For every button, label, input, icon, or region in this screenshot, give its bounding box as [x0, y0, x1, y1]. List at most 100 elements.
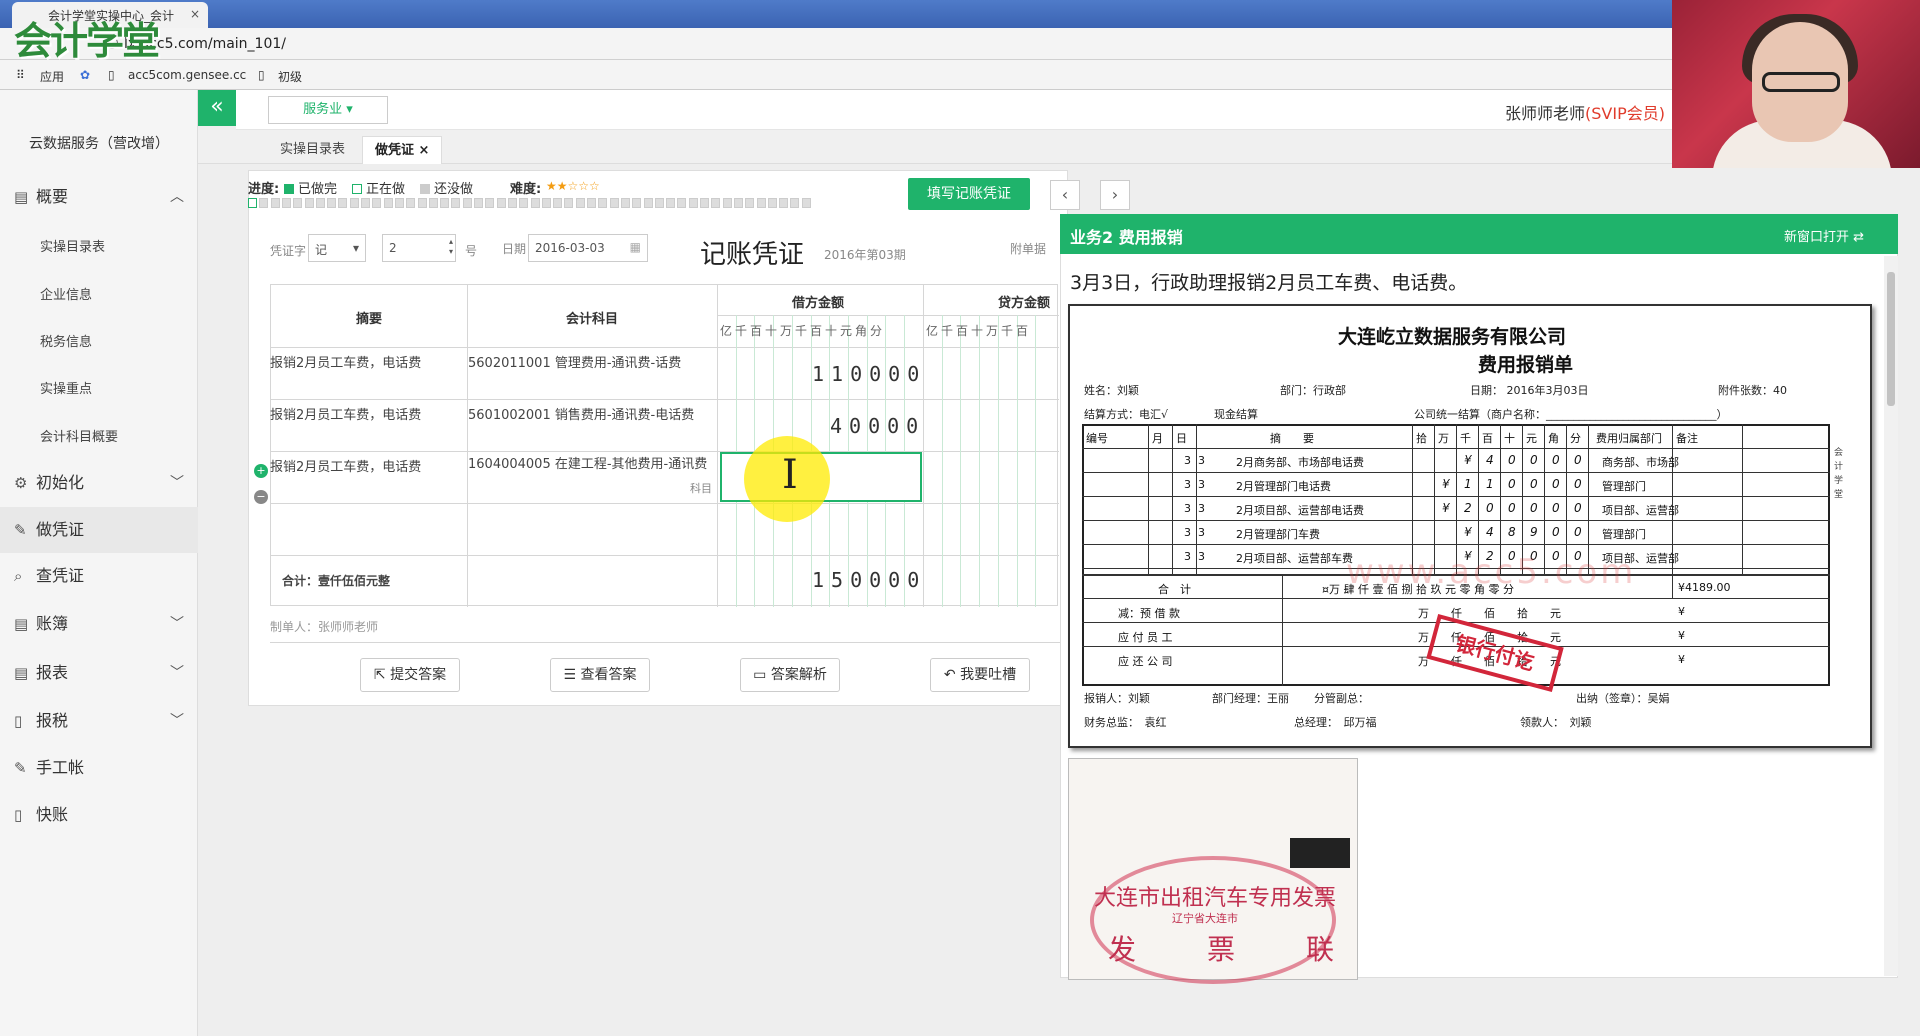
feedback-button[interactable]: ↶ 我要吐槽 [930, 658, 1030, 692]
scrollbar-thumb[interactable] [1887, 272, 1895, 406]
progress-cell[interactable] [383, 198, 393, 208]
progress-cell[interactable] [248, 198, 257, 208]
row1-debit[interactable]: 110000 [812, 362, 926, 386]
receipt-dept-manager: 部门经理：王丽 [1212, 692, 1289, 705]
progress-cell[interactable] [474, 198, 483, 208]
progress-cell[interactable] [564, 198, 574, 208]
sidebar-item-init[interactable]: ⚙ 初始化 ﹀ [0, 460, 198, 506]
progress-cell[interactable] [700, 198, 709, 208]
date-field[interactable]: 2016-03-03 ▦ [528, 234, 648, 262]
progress-cell[interactable] [677, 198, 687, 208]
row2-debit[interactable]: 40000 [830, 414, 925, 438]
progress-cell[interactable] [587, 198, 596, 208]
progress-cell[interactable] [496, 198, 506, 208]
progress-cell[interactable] [598, 198, 608, 208]
sidebar-subitem-accounts-overview[interactable]: 会计科目概要 [40, 426, 118, 445]
progress-cell[interactable] [361, 198, 370, 208]
progress-cell[interactable] [801, 198, 811, 208]
row2-summary[interactable]: 报销2月员工车费，电话费 [270, 404, 421, 423]
progress-cell[interactable] [440, 198, 450, 208]
progress-cell[interactable] [745, 198, 755, 208]
progress-cell[interactable] [270, 198, 280, 208]
progress-cell[interactable] [688, 198, 698, 208]
sidebar-subitem-tax-info[interactable]: 税务信息 [40, 331, 92, 350]
row3-summary[interactable]: 报销2月员工车费，电话费 [270, 456, 421, 475]
add-row-icon[interactable]: + [254, 464, 268, 478]
progress-cell[interactable] [327, 198, 337, 208]
bookmark-apps[interactable]: 应用 [40, 68, 64, 85]
progress-cell[interactable] [654, 198, 664, 208]
progress-cell[interactable] [451, 198, 461, 208]
sidebar-subitem-company-info[interactable]: 企业信息 [40, 284, 92, 303]
voucher-type-select[interactable]: 记 ▾ [308, 234, 366, 262]
progress-cell[interactable] [530, 198, 540, 208]
spinner-icon[interactable]: ▴ ▾ [449, 237, 453, 257]
progress-cell[interactable] [519, 198, 529, 208]
progress-cell[interactable] [349, 198, 359, 208]
bookmark-gensee[interactable]: acc5com.gensee.cc [128, 68, 246, 82]
sidebar-item-make-voucher[interactable]: ✎ 做凭证 [0, 507, 198, 553]
progress-cell[interactable] [609, 198, 619, 208]
progress-cell[interactable] [372, 198, 382, 208]
sidebar-item-ledger[interactable]: ▤ 账簿 ﹀ [0, 601, 198, 647]
sidebar-item-quick-ledger[interactable]: ▯ 快账 [0, 792, 198, 838]
sidebar-subitem-catalog[interactable]: 实操目录表 [40, 236, 105, 255]
progress-cell[interactable] [485, 198, 495, 208]
row1-account[interactable]: 5602011001 管理费用-通讯费-话费 [468, 352, 681, 371]
progress-cell[interactable] [553, 198, 563, 208]
apps-icon[interactable]: ⠿ [16, 68, 25, 82]
row2-account[interactable]: 5601002001 销售费用-通讯费-电话费 [468, 404, 694, 423]
progress-cell[interactable] [733, 198, 743, 208]
progress-cell[interactable] [304, 198, 314, 208]
sidebar-item-manual-ledger[interactable]: ✎ 手工帐 [0, 745, 198, 791]
remove-row-icon[interactable]: − [254, 490, 268, 504]
progress-cell[interactable] [417, 198, 427, 208]
answer-analysis-button[interactable]: ▭ 答案解析 [740, 658, 840, 692]
progress-cell[interactable] [620, 198, 630, 208]
collapse-sidebar-button[interactable]: « [198, 90, 236, 126]
sidebar-item-reports[interactable]: ▤ 报表 ﹀ [0, 650, 198, 696]
sidebar-item-tax[interactable]: ▯ 报税 ﹀ [0, 698, 198, 744]
progress-cell[interactable] [643, 198, 653, 208]
progress-cell[interactable] [394, 198, 404, 208]
sidebar-item-overview[interactable]: ▤ 概要 ︿ [0, 174, 198, 220]
progress-cell[interactable] [722, 198, 732, 208]
sidebar-subitem-key-points[interactable]: 实操重点 [40, 378, 92, 397]
progress-cell[interactable] [666, 198, 676, 208]
progress-cell[interactable] [756, 198, 766, 208]
pencil-icon: ✎ [14, 521, 27, 539]
fill-voucher-button[interactable]: 填写记账凭证 [908, 178, 1030, 210]
tab-close-icon[interactable]: × [190, 7, 200, 21]
calendar-icon[interactable]: ▦ [630, 240, 641, 254]
progress-cell[interactable] [462, 198, 472, 208]
next-button[interactable]: › [1100, 180, 1130, 210]
view-answer-button[interactable]: ☰ 查看答案 [550, 658, 650, 692]
progress-cell[interactable] [541, 198, 551, 208]
voucher-number-field[interactable]: 2 ▴ ▾ [382, 234, 456, 262]
progress-cell[interactable] [779, 198, 789, 208]
progress-cell[interactable] [428, 198, 438, 208]
progress-cell[interactable] [767, 198, 777, 208]
progress-cell[interactable] [632, 198, 642, 208]
user-info[interactable]: 张师师老师(SVIP会员) [1505, 100, 1665, 124]
progress-cell[interactable] [315, 198, 325, 208]
row3-account[interactable]: 1604004005 在建工程-其他费用-通讯费 [468, 456, 712, 474]
sidebar-item-view-voucher[interactable]: ⌕ 查凭证 [0, 553, 198, 599]
progress-cell[interactable] [575, 198, 585, 208]
progress-cell[interactable] [711, 198, 721, 208]
tab-make-voucher[interactable]: 做凭证 × [362, 136, 443, 164]
progress-cell[interactable] [790, 198, 800, 208]
progress-cell[interactable] [281, 198, 291, 208]
progress-cell[interactable] [293, 198, 303, 208]
submit-answer-button[interactable]: ⇱ 提交答案 [360, 658, 460, 692]
open-new-window-button[interactable]: 新窗口打开 ⇄ [1784, 226, 1864, 245]
service-type-dropdown[interactable]: 服务业 ▾ [268, 96, 388, 124]
progress-cell[interactable] [406, 198, 416, 208]
bookmark-basic[interactable]: 初级 [278, 68, 302, 85]
progress-cell[interactable] [259, 198, 269, 208]
prev-button[interactable]: ‹ [1050, 180, 1080, 210]
progress-cell[interactable] [338, 198, 348, 208]
progress-cell[interactable] [507, 198, 517, 208]
tab-catalog[interactable]: 实操目录表 [268, 136, 357, 164]
row1-summary[interactable]: 报销2月员工车费，电话费 [270, 352, 421, 371]
